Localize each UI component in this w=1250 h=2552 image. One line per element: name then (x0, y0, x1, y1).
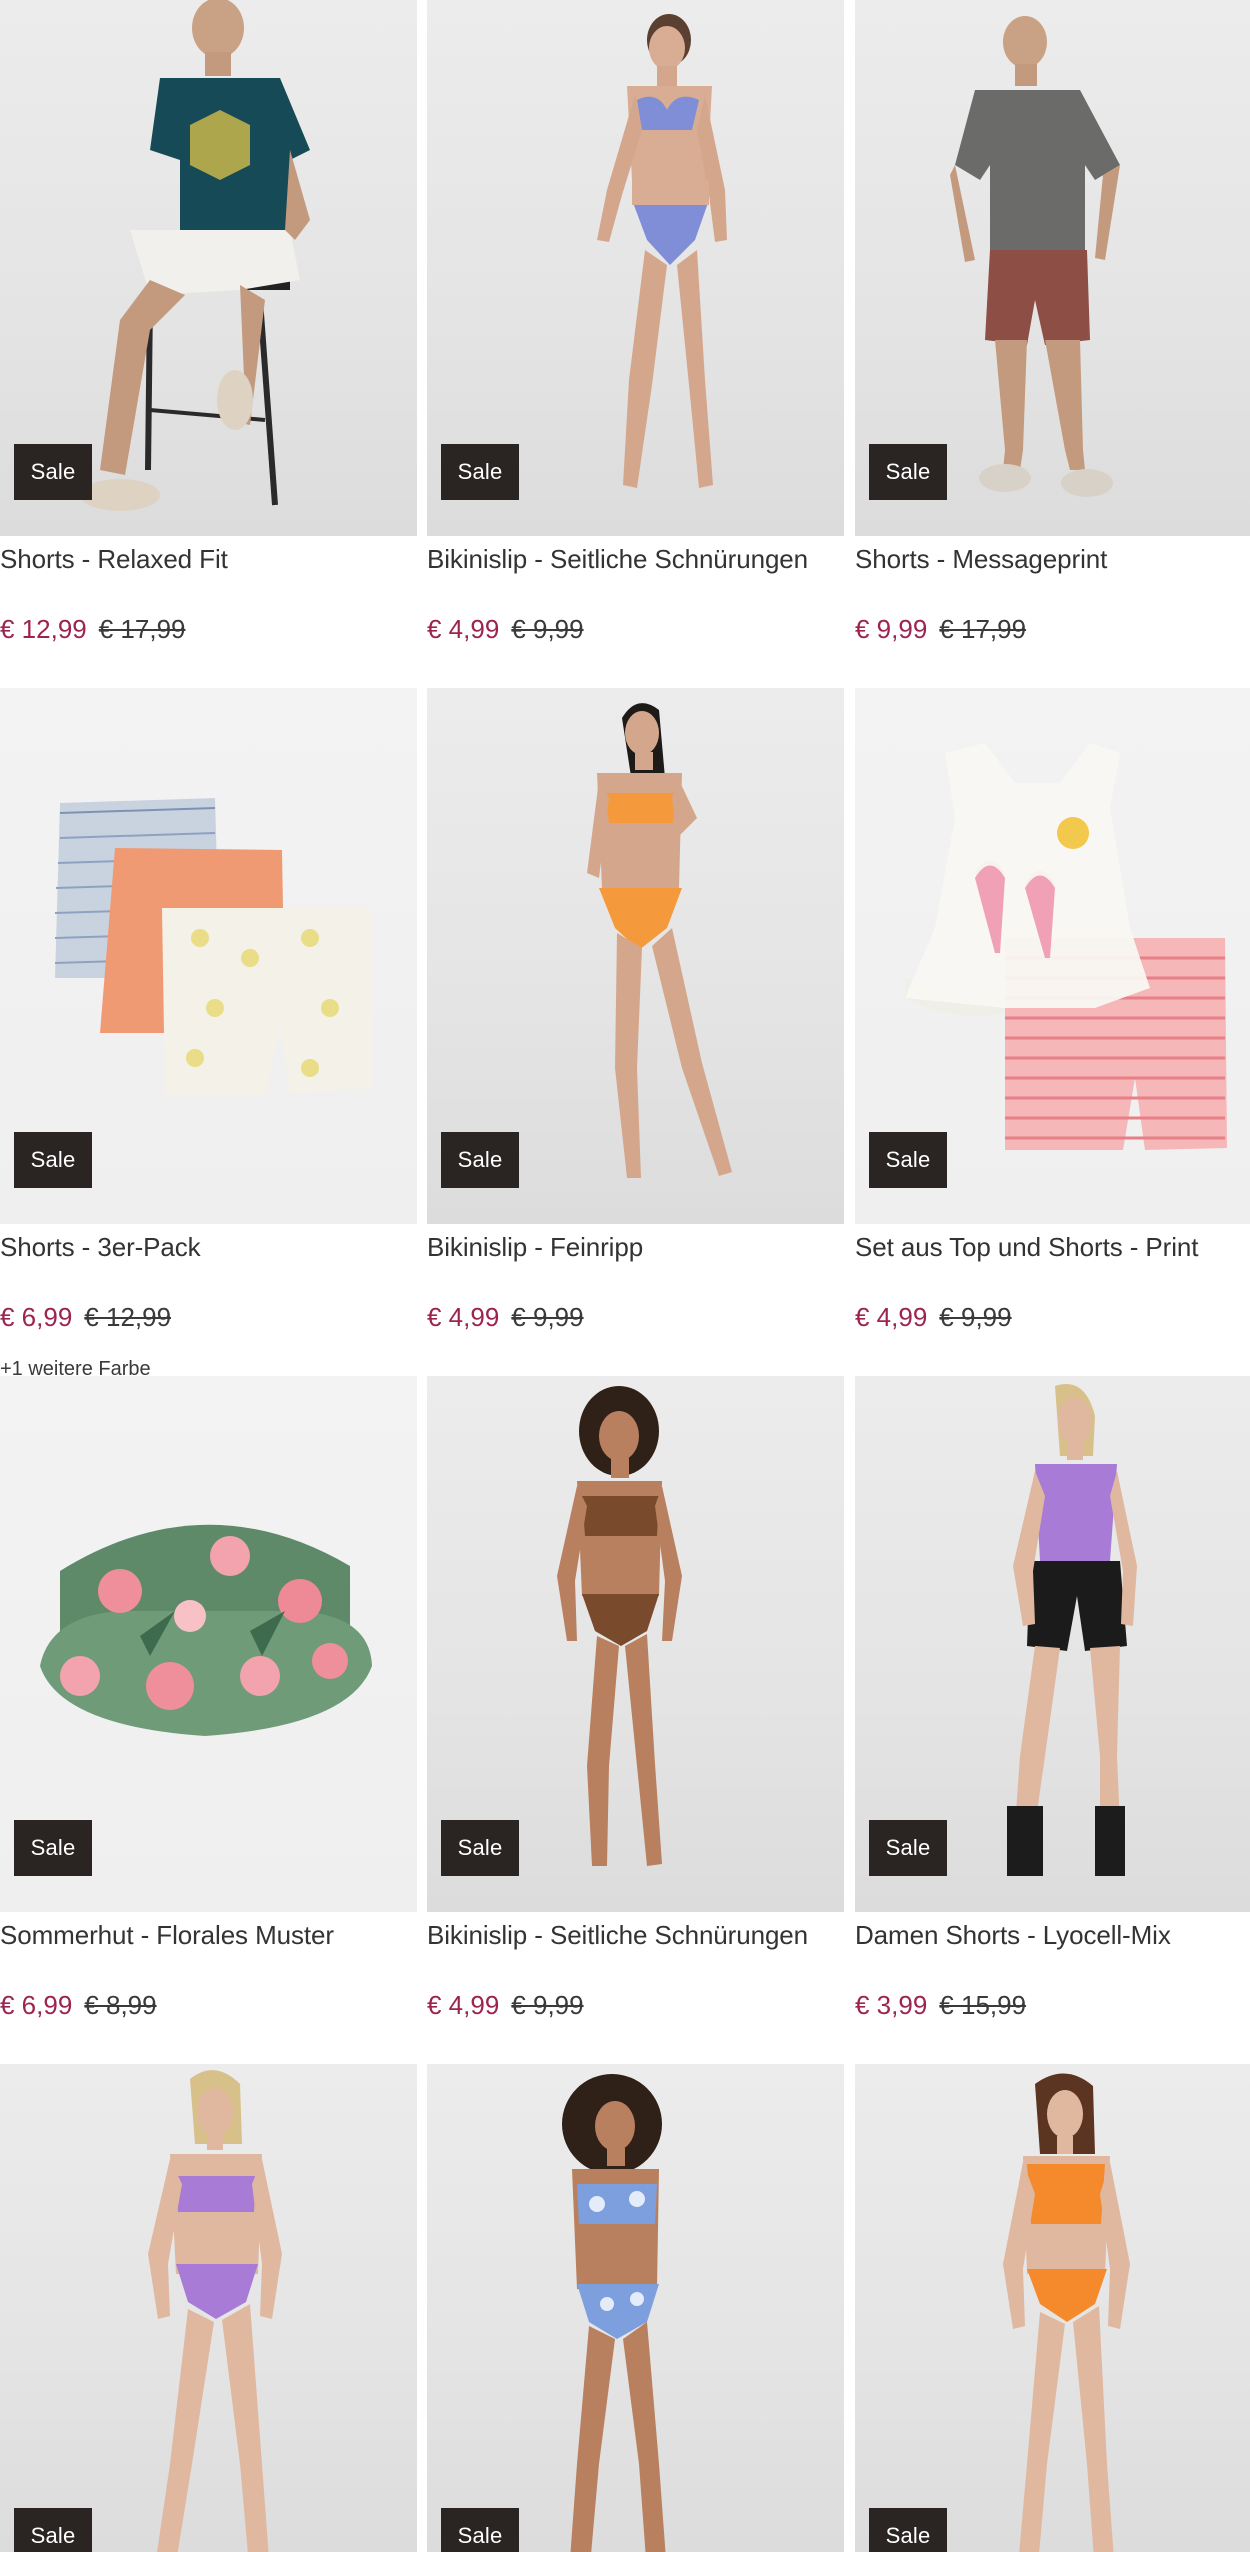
product-title[interactable]: Bikinislip - Seitliche Schnürungen (427, 1920, 808, 1951)
product-image[interactable]: Sale (427, 1376, 844, 1912)
product-photo-bikini-orange-halter (1003, 2073, 1130, 2552)
product-image[interactable]: Sale (427, 0, 844, 536)
product-card[interactable]: Sale Shorts - Relaxed Fit € 12,99 € 17,99 (0, 0, 417, 680)
product-title[interactable]: Damen Shorts - Lyocell-Mix (855, 1920, 1171, 1951)
product-card[interactable]: Sale Bikinislip - Feinripp € 4,99 € 9,99 (427, 688, 844, 1368)
product-title[interactable]: Sommerhut - Florales Muster (0, 1920, 334, 1951)
sale-badge: Sale (14, 2508, 92, 2552)
product-card[interactable]: Sale Bikinislip - Seitliche Schnürungen … (427, 1376, 844, 2056)
product-image[interactable]: Sale (855, 1376, 1250, 1912)
sale-badge: Sale (14, 1820, 92, 1876)
product-card[interactable]: Sale Shorts - Messageprint € 9,99 € 17,99 (855, 0, 1250, 680)
product-prices: € 6,99 € 8,99 (0, 1990, 157, 2021)
product-card[interactable]: Sale Sommerhut - Florales Muster € 6,99 €… (0, 1376, 417, 2056)
sale-badge: Sale (869, 444, 947, 500)
original-price: € 15,99 (939, 1990, 1027, 2020)
product-photo-bikini-purple (148, 2070, 282, 2552)
sale-price: € 4,99 (427, 614, 500, 644)
sale-price: € 3,99 (855, 1990, 928, 2020)
product-title[interactable]: Set aus Top und Shorts - Print (855, 1232, 1198, 1263)
product-title[interactable]: Shorts - Messageprint (855, 544, 1107, 575)
product-image[interactable]: Sale (855, 0, 1250, 536)
product-grid: Sale Shorts - Relaxed Fit € 12,99 € 17,99… (0, 0, 1250, 2552)
product-photo-bikini-clouds (562, 2074, 666, 2552)
product-image[interactable]: Sale (0, 0, 417, 536)
sale-badge: Sale (869, 1132, 947, 1188)
product-title[interactable]: Bikinislip - Seitliche Schnürungen (427, 544, 808, 575)
sale-badge: Sale (869, 1820, 947, 1876)
product-card[interactable]: Sale Set aus Top und Shorts - Print € 4,… (855, 688, 1250, 1368)
product-prices: € 9,99 € 17,99 (855, 614, 1026, 645)
original-price: € 9,99 (511, 1990, 584, 2020)
product-card[interactable]: Sale (0, 2064, 417, 2552)
sale-price: € 4,99 (427, 1990, 500, 2020)
sale-badge: Sale (14, 1132, 92, 1188)
sale-badge: Sale (869, 2508, 947, 2552)
product-image[interactable]: Sale (427, 2064, 844, 2552)
product-title[interactable]: Shorts - Relaxed Fit (0, 544, 228, 575)
sale-price: € 6,99 (0, 1302, 73, 1332)
sale-badge: Sale (441, 444, 519, 500)
original-price: € 9,99 (939, 1302, 1012, 1332)
product-prices: € 6,99 € 12,99 (0, 1302, 171, 1333)
original-price: € 9,99 (511, 1302, 584, 1332)
product-card[interactable]: Sale Damen Shorts - Lyocell-Mix € 3,99 € … (855, 1376, 1250, 2056)
original-price: € 12,99 (84, 1302, 172, 1332)
product-prices: € 4,99 € 9,99 (427, 1990, 584, 2021)
product-card[interactable]: Sale Shorts - 3er-Pack € 6,99 € 12,99 +1 … (0, 688, 417, 1380)
product-title[interactable]: Shorts - 3er-Pack (0, 1232, 201, 1263)
original-price: € 8,99 (84, 1990, 157, 2020)
product-card[interactable]: Sale (427, 2064, 844, 2552)
sale-price: € 4,99 (427, 1302, 500, 1332)
product-title[interactable]: Bikinislip - Feinripp (427, 1232, 643, 1263)
product-prices: € 3,99 € 15,99 (855, 1990, 1026, 2021)
product-card[interactable]: Sale Bikinislip - Seitliche Schnürungen … (427, 0, 844, 680)
product-card[interactable]: Sale (855, 2064, 1250, 2552)
product-image[interactable]: Sale (855, 2064, 1250, 2552)
product-prices: € 12,99 € 17,99 (0, 614, 186, 645)
sale-badge: Sale (441, 1820, 519, 1876)
original-price: € 9,99 (511, 614, 584, 644)
original-price: € 17,99 (939, 614, 1027, 644)
product-prices: € 4,99 € 9,99 (855, 1302, 1012, 1333)
product-image[interactable]: Sale (0, 2064, 417, 2552)
original-price: € 17,99 (98, 614, 186, 644)
sale-badge: Sale (14, 444, 92, 500)
sale-price: € 12,99 (0, 614, 87, 644)
product-image[interactable]: Sale (855, 688, 1250, 1224)
product-prices: € 4,99 € 9,99 (427, 1302, 584, 1333)
product-image[interactable]: Sale (427, 688, 844, 1224)
sale-badge: Sale (441, 2508, 519, 2552)
sale-price: € 6,99 (0, 1990, 73, 2020)
product-image[interactable]: Sale (0, 688, 417, 1224)
product-prices: € 4,99 € 9,99 (427, 614, 584, 645)
product-image[interactable]: Sale (0, 1376, 417, 1912)
sale-price: € 4,99 (855, 1302, 928, 1332)
sale-badge: Sale (441, 1132, 519, 1188)
sale-price: € 9,99 (855, 614, 928, 644)
